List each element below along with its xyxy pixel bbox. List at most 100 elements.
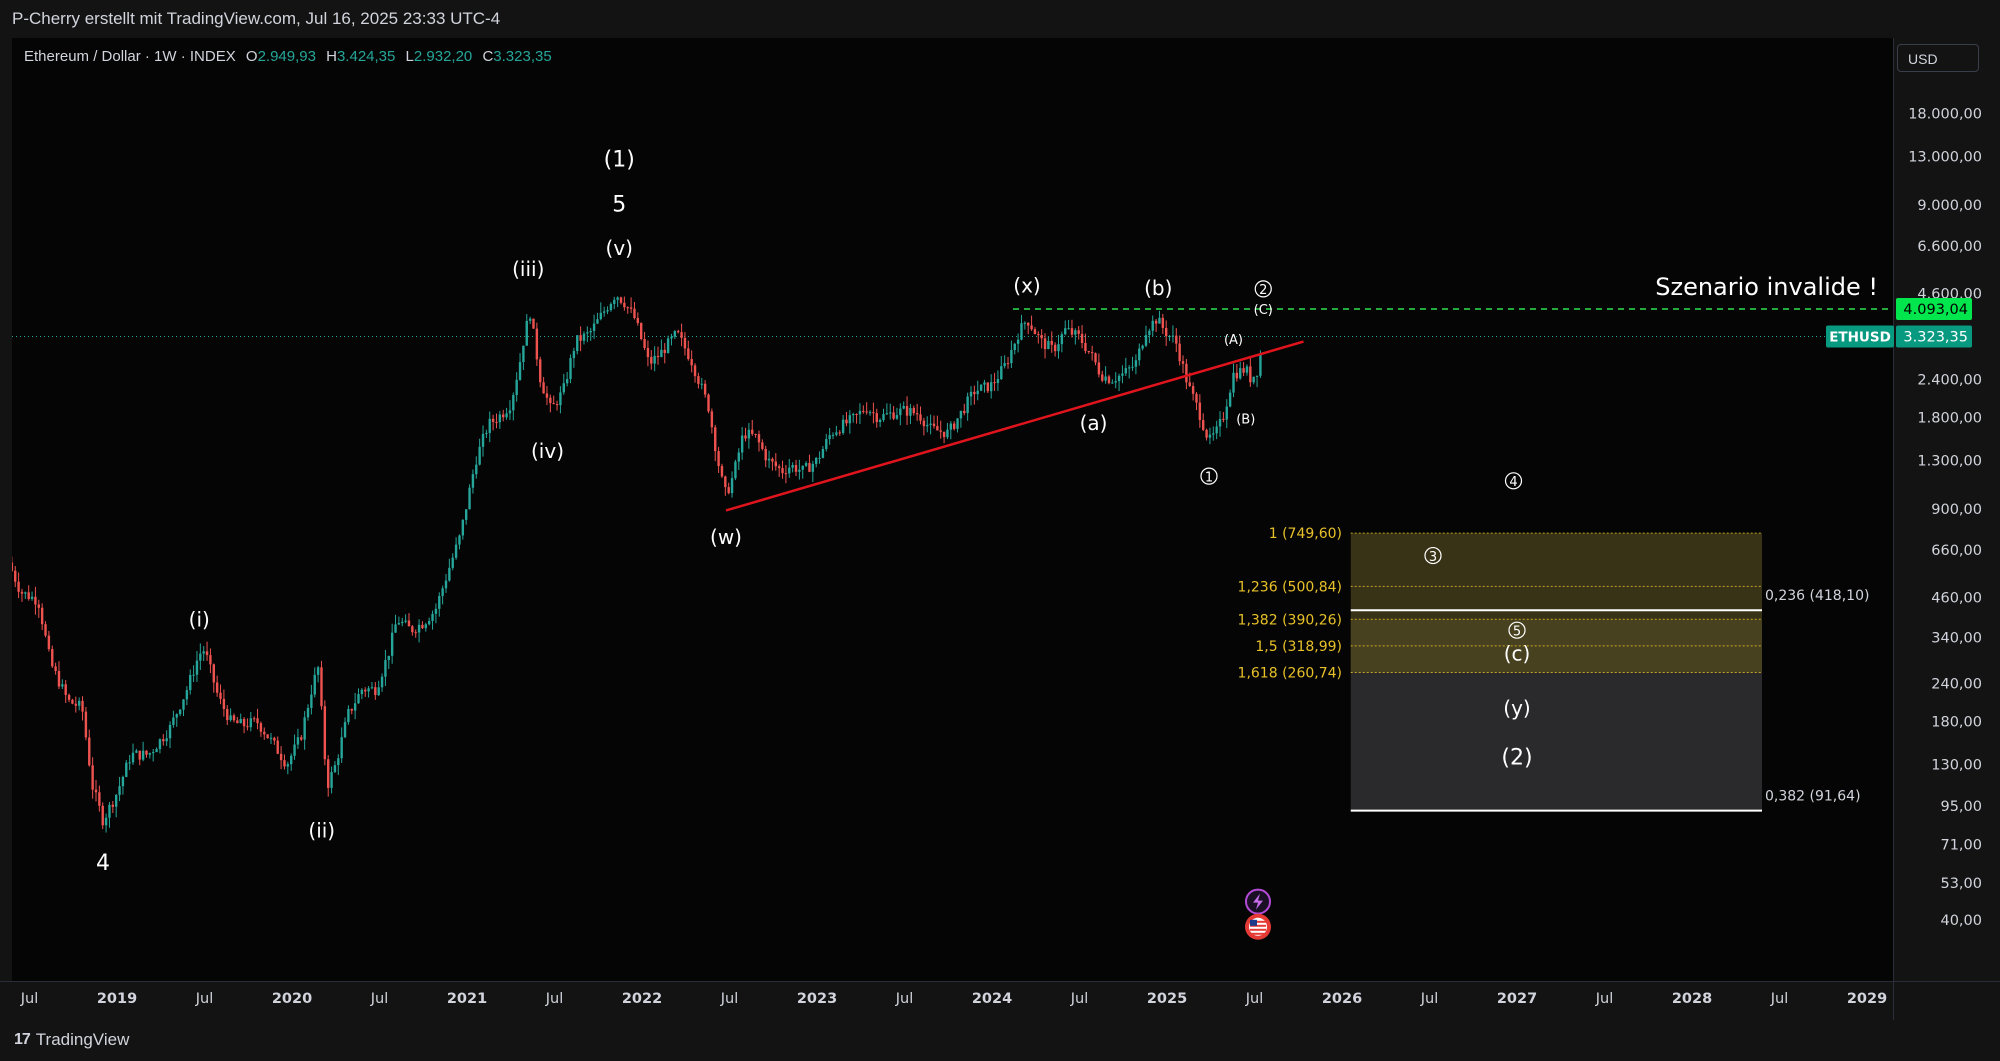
- candle-body-181: [619, 297, 623, 303]
- tradingview-logo[interactable]: 17 TradingView: [14, 1030, 129, 1050]
- low-label: L: [405, 48, 414, 65]
- candle-body-210: [717, 451, 720, 467]
- candle-body-93: [323, 706, 327, 760]
- candle-body-208: [710, 411, 714, 428]
- candle-body-370: [1255, 375, 1259, 377]
- candle-body-114: [394, 624, 397, 633]
- candle-body-64: [226, 708, 229, 721]
- candle-body-159: [545, 393, 549, 398]
- candle-body-332: [1127, 367, 1131, 369]
- candle-body-228: [777, 466, 781, 469]
- price-axis-border: [1893, 38, 1894, 1020]
- candle-body-321: [1090, 352, 1094, 354]
- brand-name: TradingView: [35, 1030, 130, 1049]
- candle-body-167: [572, 351, 576, 359]
- candle-body-91: [316, 667, 320, 675]
- candle-body-324: [1101, 374, 1104, 381]
- chart-area[interactable]: 4 (i) (ii) (iii) (iv) (v) 5 (1) (w) (x) (a) (b) (A) (…: [0, 38, 2000, 1020]
- candle-body-295: [1003, 363, 1006, 367]
- candle-body-19: [74, 703, 78, 706]
- candle-body-38: [138, 750, 141, 760]
- candle-body-274: [932, 423, 936, 427]
- candle-body-299: [1016, 339, 1020, 344]
- candle-body-250: [852, 413, 855, 416]
- candle-body-280: [952, 423, 956, 429]
- candle-body-287: [976, 390, 979, 395]
- candle-body-371: [1259, 354, 1262, 376]
- candle-body-78: [273, 737, 276, 741]
- candle-body-356: [1208, 434, 1212, 438]
- high-value: 3.424,35: [336, 48, 396, 65]
- candle-body-68: [239, 719, 242, 724]
- wave-label-2: (ii): [308, 818, 335, 842]
- candle-body-278: [946, 429, 949, 438]
- candle-body-125: [431, 613, 434, 622]
- y-tick-label-10: 460,00: [1931, 591, 1982, 607]
- candle-body-118: [407, 620, 411, 627]
- candle-body-238: [811, 463, 815, 472]
- candle-body-227: [774, 461, 778, 467]
- candle-body-183: [626, 307, 629, 309]
- candle-body-312: [1060, 334, 1064, 345]
- candle-body-200: [683, 337, 687, 349]
- attribution-text: P-Cherry erstellt mit TradingView.com, J…: [12, 9, 501, 28]
- candle-body-291: [989, 382, 993, 392]
- candle-body-41: [148, 753, 152, 755]
- x-tick-label-7: 2022: [622, 991, 662, 1007]
- candle-body-107: [370, 687, 374, 689]
- candle-body-11: [47, 635, 51, 650]
- candle-body-77: [269, 737, 273, 739]
- candle-body-89: [310, 694, 313, 708]
- candle-body-27: [101, 805, 104, 826]
- candle-body-192: [656, 355, 660, 358]
- candle-body-60: [212, 664, 215, 683]
- candle-body-223: [761, 442, 764, 449]
- candle-body-353: [1198, 402, 1202, 421]
- candle-body-50: [178, 709, 182, 715]
- candle-body-151: [518, 362, 522, 380]
- candle-body-314: [1067, 328, 1070, 330]
- candle-body-272: [926, 424, 929, 427]
- candle-body-129: [444, 580, 448, 589]
- candle-body-240: [818, 457, 821, 459]
- currency-button[interactable]: USD: [1897, 44, 1979, 72]
- price-chart[interactable]: 4 (i) (ii) (iii) (iv) (v) 5 (1) (w) (x) (a) (b) (A) (…: [0, 38, 2000, 1020]
- candle-body-300: [1020, 323, 1023, 340]
- candle-body-108: [374, 687, 377, 696]
- candle-body-306: [1040, 335, 1043, 339]
- x-tick-label-21: 2029: [1847, 991, 1887, 1007]
- candle-body-122: [421, 624, 424, 629]
- candle-body-327: [1111, 382, 1114, 384]
- candle-body-46: [165, 738, 168, 742]
- candle-body-334: [1134, 360, 1138, 367]
- candle-body-66: [232, 715, 236, 721]
- candle-body-33: [121, 776, 125, 787]
- candle-body-67: [236, 720, 239, 724]
- candle-body-246: [838, 432, 841, 434]
- candle-body-239: [814, 458, 818, 464]
- candle-body-196: [670, 336, 673, 339]
- candle-body-323: [1097, 362, 1101, 375]
- candle-body-62: [219, 692, 222, 699]
- candle-body-260: [885, 413, 889, 415]
- candle-body-265: [902, 406, 905, 409]
- candle-body-242: [825, 439, 828, 449]
- candle-body-69: [242, 719, 246, 727]
- candle-body-5: [27, 592, 30, 599]
- candle-body-201: [687, 348, 690, 360]
- candle-body-220: [751, 429, 754, 434]
- candle-body-168: [576, 335, 579, 352]
- candle-body-85: [296, 737, 300, 745]
- candle-body-313: [1064, 328, 1067, 335]
- candle-body-325: [1104, 376, 1107, 381]
- symbol-name[interactable]: Ethereum / Dollar · 1W · INDEX: [24, 48, 236, 65]
- fib-ext-label-0: 1 (749,60): [1269, 526, 1342, 542]
- fib-ext-label-4: 1,618 (260,74): [1238, 666, 1342, 682]
- candle-body-290: [986, 382, 990, 392]
- candle-body-101: [350, 708, 353, 711]
- candle-body-45: [162, 739, 165, 742]
- candle-body-123: [424, 624, 428, 629]
- candle-body-48: [172, 717, 175, 725]
- candle-body-10: [44, 624, 47, 636]
- candle-body-258: [878, 419, 882, 423]
